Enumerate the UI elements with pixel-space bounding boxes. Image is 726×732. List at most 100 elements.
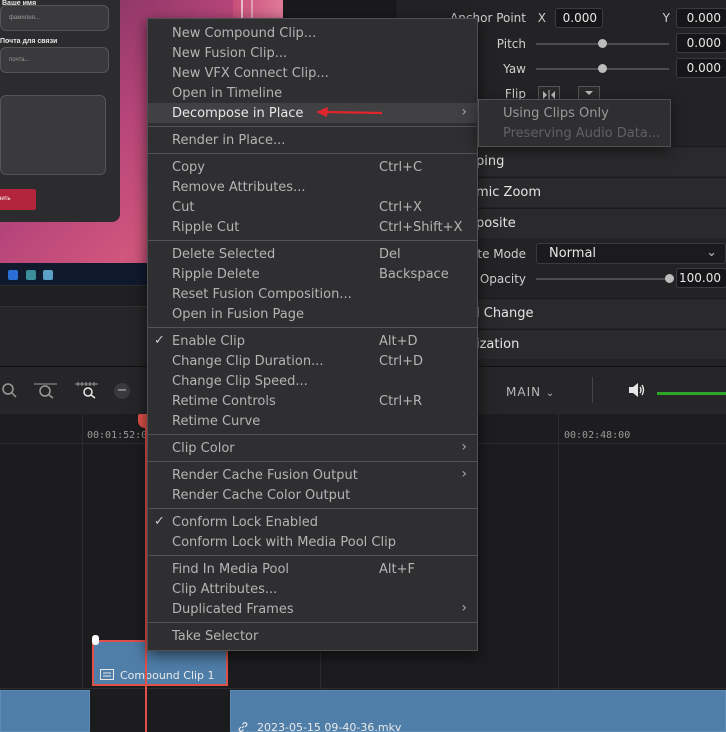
yaw-slider-knob[interactable] — [598, 64, 607, 73]
video-clip[interactable] — [0, 690, 90, 732]
menu-item-conform-lock-with-media-pool-clip[interactable]: Conform Lock with Media Pool Clip — [148, 532, 477, 552]
checkmark-icon: ✓ — [154, 514, 165, 529]
track-divider — [0, 688, 726, 689]
grid-line — [82, 414, 83, 732]
menu-item-render-cache-fusion-output[interactable]: Render Cache Fusion Output › — [148, 465, 477, 485]
zoom-full-icon[interactable] — [0, 381, 18, 399]
menu-item-shortcut: Del — [379, 247, 401, 262]
menu-separator — [148, 622, 477, 623]
menu-item-change-clip-duration[interactable]: Change Clip Duration... Ctrl+D — [148, 351, 477, 371]
menu-item-ripple-delete[interactable]: Ripple Delete Backspace — [148, 264, 477, 284]
pitch-field[interactable]: 0.000 — [676, 33, 726, 53]
zoom-out-button[interactable]: − — [114, 383, 130, 399]
speaker-icon[interactable] — [627, 381, 647, 403]
chevron-right-icon: › — [461, 104, 467, 120]
zoom-detail-icon[interactable] — [33, 381, 57, 399]
toolbar-divider — [592, 377, 593, 403]
chevron-down-icon: ⌄ — [545, 388, 556, 399]
menu-item-enable-clip[interactable]: ✓ Enable Clip Alt+D — [148, 331, 477, 351]
menu-item-label: Reset Fusion Composition... — [172, 287, 352, 302]
menu-item-label: New VFX Connect Clip... — [172, 66, 329, 81]
menu-item-label: Render in Place... — [172, 133, 286, 148]
menu-item-clip-attributes[interactable]: Clip Attributes... — [148, 579, 477, 599]
menu-item-render-in-place[interactable]: Render in Place... — [148, 130, 477, 150]
opacity-slider-knob[interactable] — [664, 274, 674, 283]
clip-trim-handle[interactable] — [92, 635, 99, 645]
menu-item-shortcut: Ctrl+C — [379, 160, 423, 175]
menu-item-ripple-cut[interactable]: Ripple Cut Ctrl+Shift+X — [148, 217, 477, 237]
chevron-right-icon: › — [461, 439, 467, 455]
annotation-arrow-icon — [316, 107, 383, 117]
davinci-resolve-edit-page: Ваше имя фамилия... Почта для связи почт… — [0, 0, 726, 732]
menu-item-shortcut: Ctrl+D — [379, 354, 424, 369]
menu-item-label: Decompose in Place — [172, 106, 304, 121]
anchor-y-field[interactable]: 0.000 — [676, 8, 726, 28]
audio-bus-label[interactable]: MAIN ⌄ — [506, 385, 555, 399]
preview-textarea — [0, 95, 106, 175]
menu-item-find-in-media-pool[interactable]: Find In Media Pool Alt+F — [148, 559, 477, 579]
menu-item-new-vfx-connect-clip[interactable]: New VFX Connect Clip... — [148, 63, 477, 83]
menu-item-label: Open in Timeline — [172, 86, 283, 101]
menu-item-render-cache-color-output[interactable]: Render Cache Color Output — [148, 485, 477, 505]
link-icon — [238, 722, 248, 732]
chevron-down-icon: ⌄ — [706, 245, 717, 260]
menu-item-take-selector[interactable]: Take Selector — [148, 626, 477, 646]
menu-item-cut[interactable]: Cut Ctrl+X — [148, 197, 477, 217]
opacity-field[interactable]: 100.00 — [676, 268, 726, 288]
menu-item-label: Conform Lock Enabled — [172, 515, 319, 530]
menu-item-shortcut: Ctrl+R — [379, 394, 423, 409]
composite-mode-value: Normal — [549, 246, 597, 261]
menu-separator — [148, 508, 477, 509]
menu-item-label: New Fusion Clip... — [172, 46, 288, 61]
chevron-right-icon: › — [461, 466, 467, 482]
menu-item-label: Change Clip Duration... — [172, 354, 324, 369]
menu-separator — [148, 555, 477, 556]
video-clip-label: 2023-05-15 09-40-36.mkv — [257, 721, 402, 732]
vscode-icon — [8, 270, 18, 280]
anchor-x-label: X — [537, 11, 546, 25]
preview-field: фамилия... — [0, 5, 109, 31]
menu-separator — [148, 434, 477, 435]
zoom-custom-icon[interactable] — [74, 381, 98, 399]
preview-field: почта... — [0, 47, 109, 73]
menu-item-retime-controls[interactable]: Retime Controls Ctrl+R — [148, 391, 477, 411]
preview-form-card: Ваше имя фамилия... Почта для связи почт… — [0, 0, 120, 222]
timecode-label: 00:02:48:00 — [564, 430, 631, 441]
menu-item-clip-color[interactable]: Clip Color › — [148, 438, 477, 458]
anchor-x-field[interactable]: 0.000 — [555, 8, 603, 28]
pitch-slider-knob[interactable] — [598, 39, 607, 48]
yaw-field[interactable]: 0.000 — [676, 58, 726, 78]
menu-item-new-compound-clip[interactable]: New Compound Clip... — [148, 23, 477, 43]
compound-clip-icon — [100, 669, 114, 680]
menu-item-open-in-fusion-page[interactable]: Open in Fusion Page — [148, 304, 477, 324]
timecode-label: 00:01:52:00 — [87, 430, 154, 441]
menu-item-label: Find In Media Pool — [172, 562, 290, 577]
menu-item-copy[interactable]: Copy Ctrl+C — [148, 157, 477, 177]
video-clip[interactable]: 2023-05-15 09-40-36.mkv — [230, 690, 726, 732]
menu-item-shortcut: Ctrl+X — [379, 200, 422, 215]
menu-item-remove-attributes[interactable]: Remove Attributes... — [148, 177, 477, 197]
menu-item-label: Retime Curve — [172, 414, 261, 429]
menu-item-shortcut: Backspace — [379, 267, 449, 282]
opacity-slider[interactable] — [536, 278, 669, 280]
menu-item-label: Open in Fusion Page — [172, 307, 305, 322]
preview-field-label: Почта для связи — [0, 38, 58, 45]
menu-item-shortcut: Alt+F — [379, 562, 415, 577]
composite-mode-select[interactable]: Normal ⌄ — [536, 243, 726, 264]
menu-item-duplicated-frames[interactable]: Duplicated Frames › — [148, 599, 477, 619]
menu-separator — [148, 461, 477, 462]
menu-item-reset-fusion-composition[interactable]: Reset Fusion Composition... — [148, 284, 477, 304]
menu-item-decompose-in-place[interactable]: Decompose in Place › — [148, 103, 477, 123]
compound-clip-label: Compound Clip 1 — [120, 669, 215, 682]
menu-item-retime-curve[interactable]: Retime Curve — [148, 411, 477, 431]
menu-item-conform-lock-enabled[interactable]: ✓ Conform Lock Enabled — [148, 512, 477, 532]
menu-item-label: Render Cache Color Output — [172, 488, 351, 503]
submenu-item-preserving-audio-data[interactable]: Preserving Audio Data... — [503, 126, 660, 141]
submenu-item-using-clips-only[interactable]: Using Clips Only — [503, 106, 609, 121]
anchor-y-label: Y — [662, 11, 670, 25]
menu-item-delete-selected[interactable]: Delete Selected Del — [148, 244, 477, 264]
menu-item-change-clip-speed[interactable]: Change Clip Speed... — [148, 371, 477, 391]
menu-item-new-fusion-clip[interactable]: New Fusion Clip... — [148, 43, 477, 63]
menu-item-label: Ripple Cut — [172, 220, 240, 235]
menu-item-open-in-timeline[interactable]: Open in Timeline — [148, 83, 477, 103]
